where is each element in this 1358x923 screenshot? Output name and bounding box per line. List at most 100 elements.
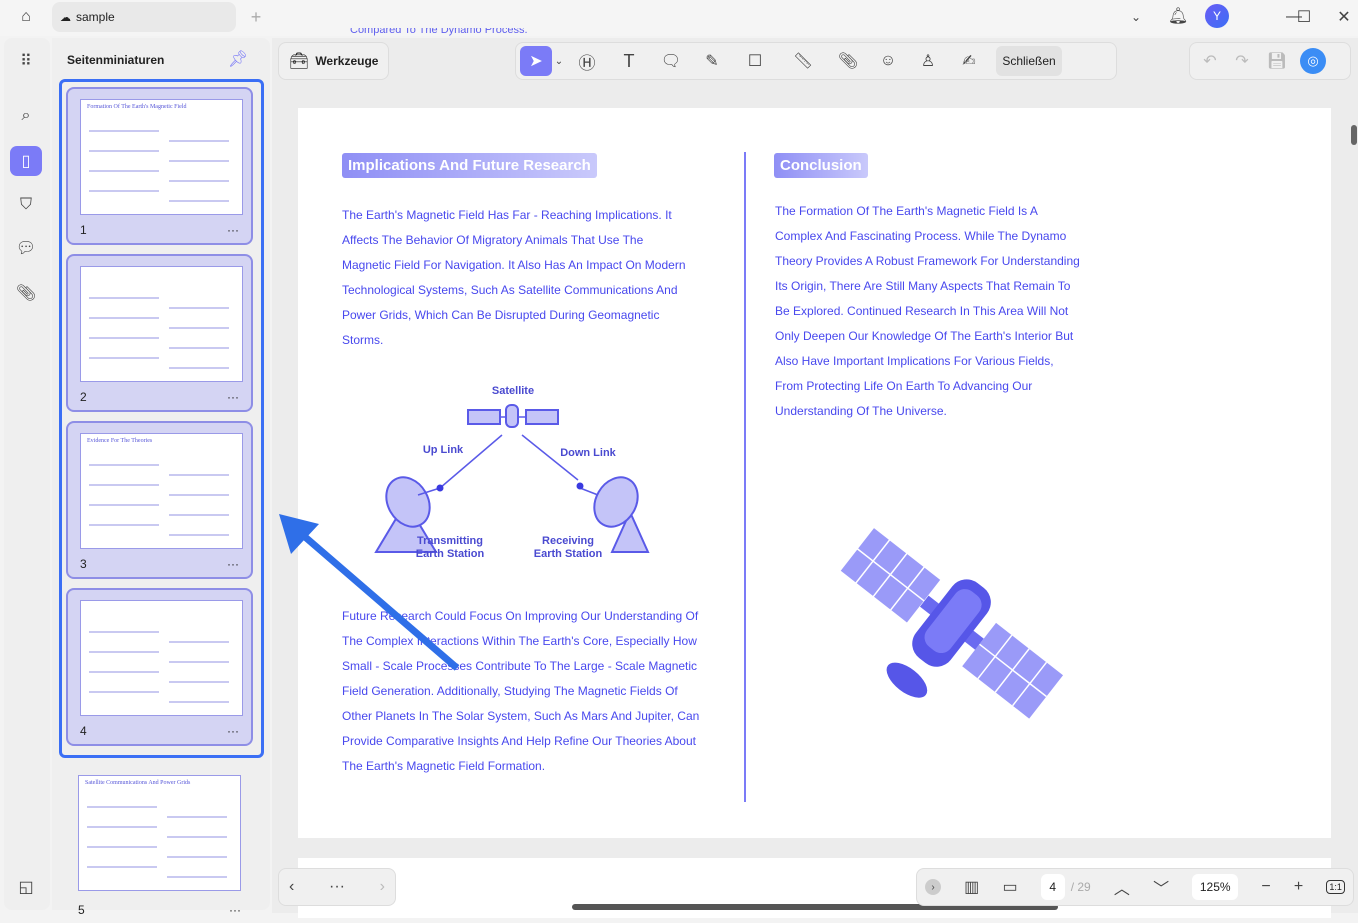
page-thumbnail[interactable]: Formation Of The Earth's Magnetic Field 1… (66, 87, 253, 245)
chevron-down-icon[interactable]: ⌄ (1126, 6, 1146, 28)
select-cursor-icon[interactable]: ➤ (520, 46, 552, 76)
text-line: Provide Comparative Insights And Help Re… (342, 734, 696, 748)
chevron-left-icon[interactable]: ‹ (289, 878, 294, 896)
redo-icon[interactable]: ↷ (1230, 51, 1254, 71)
maximize-icon[interactable]: ☐ (1294, 6, 1314, 28)
sidebar-settings-icon[interactable]: ◱ (14, 876, 38, 898)
text-line: From Protecting Life On Earth To Advanci… (775, 379, 1033, 393)
document-tab[interactable]: ☁ sample (52, 2, 236, 32)
satellite-label: Satellite (491, 385, 535, 397)
thumbnail-more-icon[interactable]: ··· (229, 903, 241, 917)
left-paragraph-1: The Earth's Magnetic Field Has Far - Rea… (342, 203, 686, 353)
conclusion-paragraph: The Formation Of The Earth's Magnetic Fi… (775, 199, 1080, 424)
page-nav-left: ‹ ··· › (278, 868, 396, 906)
annotation-toolbar: ➤ ⌄ Ⓗ T 🗨︎ ✎ ☐ 📏︎ 📎︎ ☺ ♙ ✍︎ Schließen (515, 42, 1117, 80)
thumbnail-more-icon[interactable]: ··· (227, 724, 239, 738)
previous-page-text: Compared To The Dynamo Process. (350, 28, 528, 36)
text-line: The Earth's Magnetic Field Has Far - Rea… (342, 208, 672, 222)
expand-icon[interactable]: › (925, 879, 941, 895)
thumbnail-more-icon[interactable]: ··· (227, 390, 239, 404)
thumbnail-more-icon[interactable]: ··· (227, 557, 239, 571)
undo-icon[interactable]: ↶ (1198, 51, 1222, 71)
text-line: Understanding Of The Universe. (775, 404, 947, 418)
thumbnail-heading: Formation Of The Earth's Magnetic Field (87, 104, 187, 110)
zoom-level[interactable]: 125% (1192, 874, 1239, 900)
page-down-icon[interactable]: ﹀ (1153, 875, 1169, 899)
thumbnail-page-number: 4 (80, 724, 87, 738)
page-thumbnail[interactable]: Satellite Communications And Power Grids… (66, 765, 253, 923)
highlight-text-icon[interactable]: Ⓗ (566, 49, 608, 74)
page-thumbnail[interactable]: Evidence For The Theories 3 ··· (66, 421, 253, 579)
thumbnail-heading (81, 601, 242, 609)
text-line: Magnetic Field For Navigation. It Also H… (342, 258, 686, 272)
zoom-out-icon[interactable]: − (1261, 878, 1270, 896)
page-thumbnail[interactable]: 2 ··· (66, 254, 253, 412)
downlink-label: Down Link (560, 447, 616, 459)
avatar[interactable]: Y (1205, 4, 1229, 28)
text-line: Power Grids, Which Can Be Disrupted Duri… (342, 308, 660, 322)
text-line: Its Origin, There Are Still Many Aspects… (775, 279, 1071, 293)
satellite-illustration (839, 526, 1064, 719)
close-tools-button[interactable]: Schließen (996, 46, 1062, 76)
text-line: Other Planets In The Solar System, Such … (342, 709, 700, 723)
close-icon[interactable]: ✕ (1334, 6, 1354, 28)
thumbnail-preview: Satellite Communications And Power Grids (78, 775, 241, 891)
comment-icon[interactable]: 💬︎ (14, 237, 38, 259)
comment-icon[interactable]: 🗨︎ (650, 51, 692, 71)
page-total: / 29 (1070, 880, 1091, 894)
save-icon[interactable]: 💾︎ (1262, 51, 1292, 71)
thumbnail-heading: Evidence For The Theories (87, 438, 153, 444)
actual-size-button[interactable]: 1:1 (1326, 880, 1345, 894)
text-line: Complex And Fascinating Process. While T… (775, 229, 1067, 243)
paperclip-icon[interactable]: 📎︎ (828, 51, 868, 71)
zoom-in-icon[interactable]: + (1294, 878, 1303, 896)
text-line: Only Deepen Our Knowledge Of The Earth's… (775, 329, 1074, 343)
text-icon[interactable]: T (608, 51, 650, 72)
grid-icon[interactable]: ⠿ (14, 50, 38, 72)
page-up-icon[interactable]: ︿ (1114, 875, 1130, 899)
toolbox-icon: 🧰︎ (289, 53, 310, 70)
two-page-view-icon[interactable]: ▥ (964, 877, 979, 897)
text-line: Storms. (342, 333, 384, 347)
bookmark-icon[interactable]: ⛉ (14, 194, 38, 216)
text-line: Technological Systems, Such As Satellite… (342, 283, 678, 297)
tools-button[interactable]: 🧰︎ Werkzeuge (278, 42, 389, 80)
thumbnail-heading: Satellite Communications And Power Grids (85, 780, 191, 786)
ai-assistant-icon[interactable]: ◎ (1300, 48, 1326, 74)
thumbnail-page-number: 2 (80, 390, 87, 404)
presentation-icon[interactable]: ▭ (1002, 877, 1017, 897)
thumbnail-page-number: 1 (80, 223, 87, 237)
chevron-right-icon[interactable]: › (380, 878, 385, 896)
page-number-input[interactable]: 4 (1040, 874, 1065, 900)
text-line: Also Have Important Implications For Var… (775, 354, 1054, 368)
chevron-down-icon[interactable]: ⌄ (552, 56, 566, 67)
column-divider (744, 152, 746, 802)
rx-label-2: Earth Station (533, 548, 603, 560)
thumbnail-more-icon[interactable]: ··· (227, 223, 239, 237)
text-line: Field Generation. Additionally, Studying… (342, 684, 678, 698)
home-icon[interactable]: ⌂ (14, 6, 38, 28)
vertical-scrollbar[interactable] (1351, 125, 1357, 145)
stamp-icon[interactable]: ♙ (908, 51, 948, 71)
annotation-arrow (279, 514, 460, 671)
thumbnail-preview (80, 600, 243, 716)
text-line: Affects The Behavior Of Migratory Animal… (342, 233, 644, 247)
measure-icon[interactable]: 📏︎ (778, 51, 828, 71)
pin-icon[interactable]: 📌︎ (228, 50, 248, 68)
attachment-icon[interactable]: 📎︎ (14, 282, 38, 304)
thumbnails-icon[interactable]: ▯ (10, 146, 42, 176)
eraser-icon[interactable]: ✎ (692, 51, 732, 71)
sticker-icon[interactable]: ☺ (868, 52, 908, 70)
thumbnail-page-number: 3 (80, 557, 87, 571)
text-line: The Earth's Magnetic Field Formation. (342, 759, 546, 773)
bell-icon[interactable]: 🔔︎ (1167, 5, 1189, 27)
new-tab-icon[interactable]: + (246, 6, 266, 28)
section-heading: Implications And Future Research (342, 153, 597, 178)
bottom-toolbar: › ▥ ▭ 4 / 29 ︿ ﹀ 125% − + 1:1 (916, 868, 1354, 906)
search-icon[interactable]: ⌕ (14, 105, 38, 127)
more-icon[interactable]: ··· (329, 878, 345, 896)
signature-icon[interactable]: ✍︎ (948, 51, 990, 71)
panel-title: Seitenminiaturen (67, 53, 165, 67)
rectangle-icon[interactable]: ☐ (732, 51, 778, 71)
page-thumbnail[interactable]: 4 ··· (66, 588, 253, 746)
